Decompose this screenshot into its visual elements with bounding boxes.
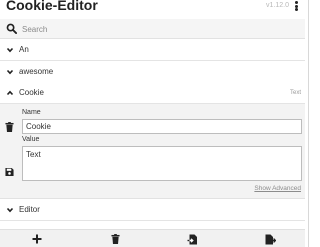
- cookie-editor-panel: Name Value Text Show Advanced: [0, 104, 305, 199]
- name-label: Name: [22, 109, 41, 116]
- import-button[interactable]: [185, 232, 199, 246]
- cookie-name: Editor: [19, 205, 40, 214]
- title-bar: Cookie-Editor v1.12.0: [0, 0, 314, 15]
- cookie-type-badge: Text: [289, 89, 301, 96]
- import-icon: [187, 234, 197, 244]
- add-cookie-button[interactable]: [30, 232, 44, 246]
- trash-icon: [110, 234, 120, 244]
- export-button[interactable]: [263, 232, 277, 246]
- value-label: Value: [22, 136, 40, 143]
- kebab-menu-icon[interactable]: [291, 0, 301, 12]
- search-bar: [0, 19, 305, 39]
- delete-all-button[interactable]: [108, 232, 122, 246]
- cookie-value-field[interactable]: Text: [22, 146, 302, 181]
- cookie-row-an[interactable]: An: [0, 39, 305, 61]
- cookie-row-cookie[interactable]: Cookie Text: [0, 82, 305, 104]
- bottom-toolbar: [0, 229, 305, 247]
- scrollbar[interactable]: [305, 0, 314, 247]
- version-label: v1.12.0: [266, 2, 289, 9]
- cookie-name: Cookie: [19, 88, 44, 97]
- chevron-down-icon: [6, 47, 14, 52]
- chevron-down-icon: [6, 69, 14, 74]
- cookie-name: awesome: [19, 67, 54, 76]
- cookie-row-editor[interactable]: Editor: [0, 199, 305, 221]
- app-title: Cookie-Editor: [6, 0, 98, 13]
- trash-icon[interactable]: [5, 122, 14, 132]
- search-input[interactable]: [22, 21, 298, 37]
- add-icon: [32, 234, 42, 244]
- cookie-name: An: [19, 45, 29, 54]
- search-icon: [6, 23, 17, 34]
- chevron-up-icon: [6, 90, 14, 95]
- show-advanced-link[interactable]: Show Advanced: [254, 185, 301, 192]
- export-icon: [265, 234, 276, 244]
- chevron-down-icon: [6, 207, 14, 212]
- save-icon[interactable]: [5, 167, 14, 177]
- cookie-name-field[interactable]: [22, 119, 302, 134]
- cookie-row-awesome[interactable]: awesome: [0, 61, 305, 83]
